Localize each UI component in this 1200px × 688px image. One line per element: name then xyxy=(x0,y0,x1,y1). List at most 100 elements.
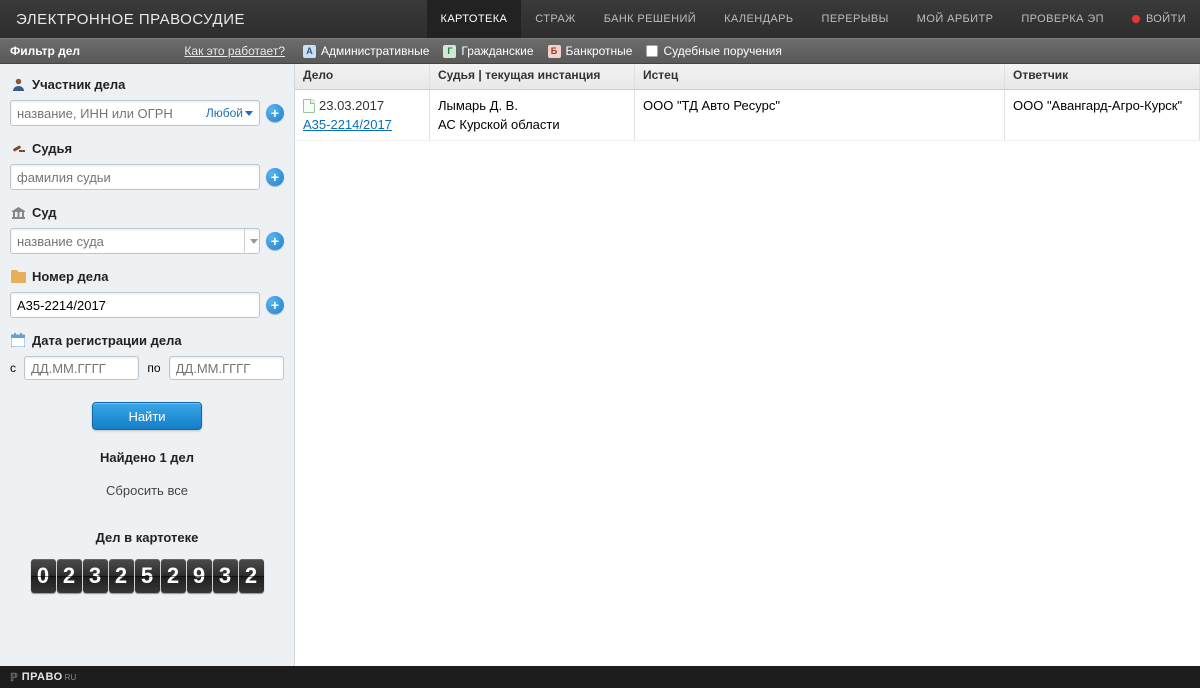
add-judge-button[interactable]: + xyxy=(266,168,284,186)
admin-badge-icon: А xyxy=(303,45,316,58)
chevron-down-icon xyxy=(250,239,258,244)
brand-suffix: RU xyxy=(65,673,77,682)
sub-bar: Фильтр дел Как это работает? А Администра… xyxy=(0,38,1200,64)
judge-name: Лымарь Д. В. xyxy=(438,98,518,113)
defendant-name: ООО "Авангард-Агро-Курск" xyxy=(1013,98,1182,113)
tab-bankrupt[interactable]: Б Банкротные xyxy=(548,44,633,58)
filter-sidebar: Участник дела Любой + Судья + Суд xyxy=(0,64,295,666)
document-icon xyxy=(303,99,315,113)
judge-section-label: Судья xyxy=(10,140,284,156)
login-link[interactable]: ВОЙТИ xyxy=(1118,0,1200,38)
filter-title: Фильтр дел xyxy=(10,44,80,58)
nav-pereryvy[interactable]: ПЕРЕРЫВЫ xyxy=(808,0,903,38)
counter-title: Дел в картотеке xyxy=(10,530,284,545)
court-name: АС Курской области xyxy=(438,117,560,132)
case-number-label-text: Номер дела xyxy=(32,269,109,284)
gavel-icon xyxy=(10,140,26,156)
reg-date-label-text: Дата регистрации дела xyxy=(32,333,182,348)
how-it-works-link[interactable]: Как это работает? xyxy=(184,44,285,58)
courthouse-icon xyxy=(10,204,26,220)
bankrupt-badge-icon: Б xyxy=(548,45,561,58)
counter-digit: 9 xyxy=(187,559,212,593)
nav-kartoteka[interactable]: КАРТОТЕКА xyxy=(427,0,522,38)
brand-icon: ℙ xyxy=(10,671,18,684)
brand-name: ПРАВО xyxy=(22,671,63,683)
th-case[interactable]: Дело xyxy=(295,64,430,89)
case-number-section-label: Номер дела xyxy=(10,268,284,284)
date-to-input[interactable] xyxy=(176,361,277,376)
folder-icon xyxy=(10,268,26,284)
login-status-icon xyxy=(1132,15,1140,23)
add-case-number-button[interactable]: + xyxy=(266,296,284,314)
counter-digit: 3 xyxy=(83,559,108,593)
plaintiff-name: ООО "ТД Авто Ресурс" xyxy=(643,98,780,113)
filter-title-block: Фильтр дел Как это работает? xyxy=(0,44,295,58)
tab-bankrupt-label: Банкротные xyxy=(566,44,633,58)
tab-administrative-label: Административные xyxy=(321,44,429,58)
add-participant-button[interactable]: + xyxy=(266,104,284,122)
case-counter: 023252932 xyxy=(10,559,284,593)
tab-court-order-label: Судебные поручения xyxy=(663,44,781,58)
nav-moy-arbitr[interactable]: МОЙ АРБИТР xyxy=(903,0,1008,38)
date-to-input-wrapper xyxy=(169,356,284,380)
date-from-input[interactable] xyxy=(31,361,132,376)
counter-digit: 2 xyxy=(239,559,264,593)
th-defendant[interactable]: Ответчик xyxy=(1005,64,1200,89)
counter-digit: 0 xyxy=(31,559,56,593)
date-to-label: по xyxy=(147,361,160,375)
tab-court-order[interactable]: Судебные поручения xyxy=(646,44,781,58)
judge-label-text: Судья xyxy=(32,141,72,156)
add-court-button[interactable]: + xyxy=(266,232,284,250)
top-bar: ЭЛЕКТРОННОЕ ПРАВОСУДИЕ КАРТОТЕКА СТРАЖ Б… xyxy=(0,0,1200,38)
judge-input-wrapper xyxy=(10,164,260,190)
results-table: Дело Судья | текущая инстанция Истец Отв… xyxy=(295,64,1200,666)
th-judge[interactable]: Судья | текущая инстанция xyxy=(430,64,635,89)
nav-proverka-ep[interactable]: ПРОВЕРКА ЭП xyxy=(1007,0,1118,38)
participant-input-wrapper: Любой xyxy=(10,100,260,126)
participant-section-label: Участник дела xyxy=(10,76,284,92)
participant-label-text: Участник дела xyxy=(32,77,125,92)
counter-digit: 3 xyxy=(213,559,238,593)
app-logo: ЭЛЕКТРОННОЕ ПРАВОСУДИЕ xyxy=(0,11,261,28)
case-number-input[interactable] xyxy=(17,298,253,313)
top-nav: КАРТОТЕКА СТРАЖ БАНК РЕШЕНИЙ КАЛЕНДАРЬ П… xyxy=(427,0,1200,38)
case-date: 23.03.2017 xyxy=(303,98,384,113)
results-count: Найдено 1 дел xyxy=(10,450,284,465)
tab-administrative[interactable]: А Административные xyxy=(303,44,429,58)
date-from-label: с xyxy=(10,361,16,375)
counter-digit: 2 xyxy=(57,559,82,593)
th-plaintiff[interactable]: Истец xyxy=(635,64,1005,89)
nav-strazh[interactable]: СТРАЖ xyxy=(521,0,589,38)
court-input[interactable] xyxy=(17,234,244,249)
court-label-text: Суд xyxy=(32,205,57,220)
counter-digit: 2 xyxy=(161,559,186,593)
counter-digit: 5 xyxy=(135,559,160,593)
court-section-label: Суд xyxy=(10,204,284,220)
table-row[interactable]: 23.03.2017 А35-2214/2017 Лымарь Д. В. АС… xyxy=(295,90,1200,141)
participant-type-dropdown[interactable]: Любой xyxy=(206,106,253,120)
search-button[interactable]: Найти xyxy=(92,402,202,430)
participant-input[interactable] xyxy=(17,106,202,121)
tab-civil[interactable]: Г Гражданские xyxy=(443,44,533,58)
login-label: ВОЙТИ xyxy=(1146,13,1186,25)
reset-all-link[interactable]: Сбросить все xyxy=(10,483,284,498)
person-icon xyxy=(10,76,26,92)
checkbox-icon xyxy=(646,45,658,57)
court-dropdown-toggle[interactable] xyxy=(244,229,263,253)
civil-badge-icon: Г xyxy=(443,45,456,58)
bottom-bar: ℙ ПРАВО RU xyxy=(0,666,1200,688)
reg-date-section-label: Дата регистрации дела xyxy=(10,332,284,348)
counter-digit: 2 xyxy=(109,559,134,593)
case-number-input-wrapper xyxy=(10,292,260,318)
chevron-down-icon xyxy=(245,111,253,116)
case-number-link[interactable]: А35-2214/2017 xyxy=(303,117,392,132)
calendar-icon xyxy=(10,332,26,348)
nav-bank-resheniy[interactable]: БАНК РЕШЕНИЙ xyxy=(590,0,710,38)
tab-civil-label: Гражданские xyxy=(461,44,533,58)
nav-kalendar[interactable]: КАЛЕНДАРЬ xyxy=(710,0,807,38)
court-input-wrapper xyxy=(10,228,260,254)
judge-input[interactable] xyxy=(17,170,253,185)
table-header: Дело Судья | текущая инстанция Истец Отв… xyxy=(295,64,1200,90)
case-type-tabs: А Административные Г Гражданские Б Банкротн… xyxy=(295,44,782,58)
date-from-input-wrapper xyxy=(24,356,139,380)
